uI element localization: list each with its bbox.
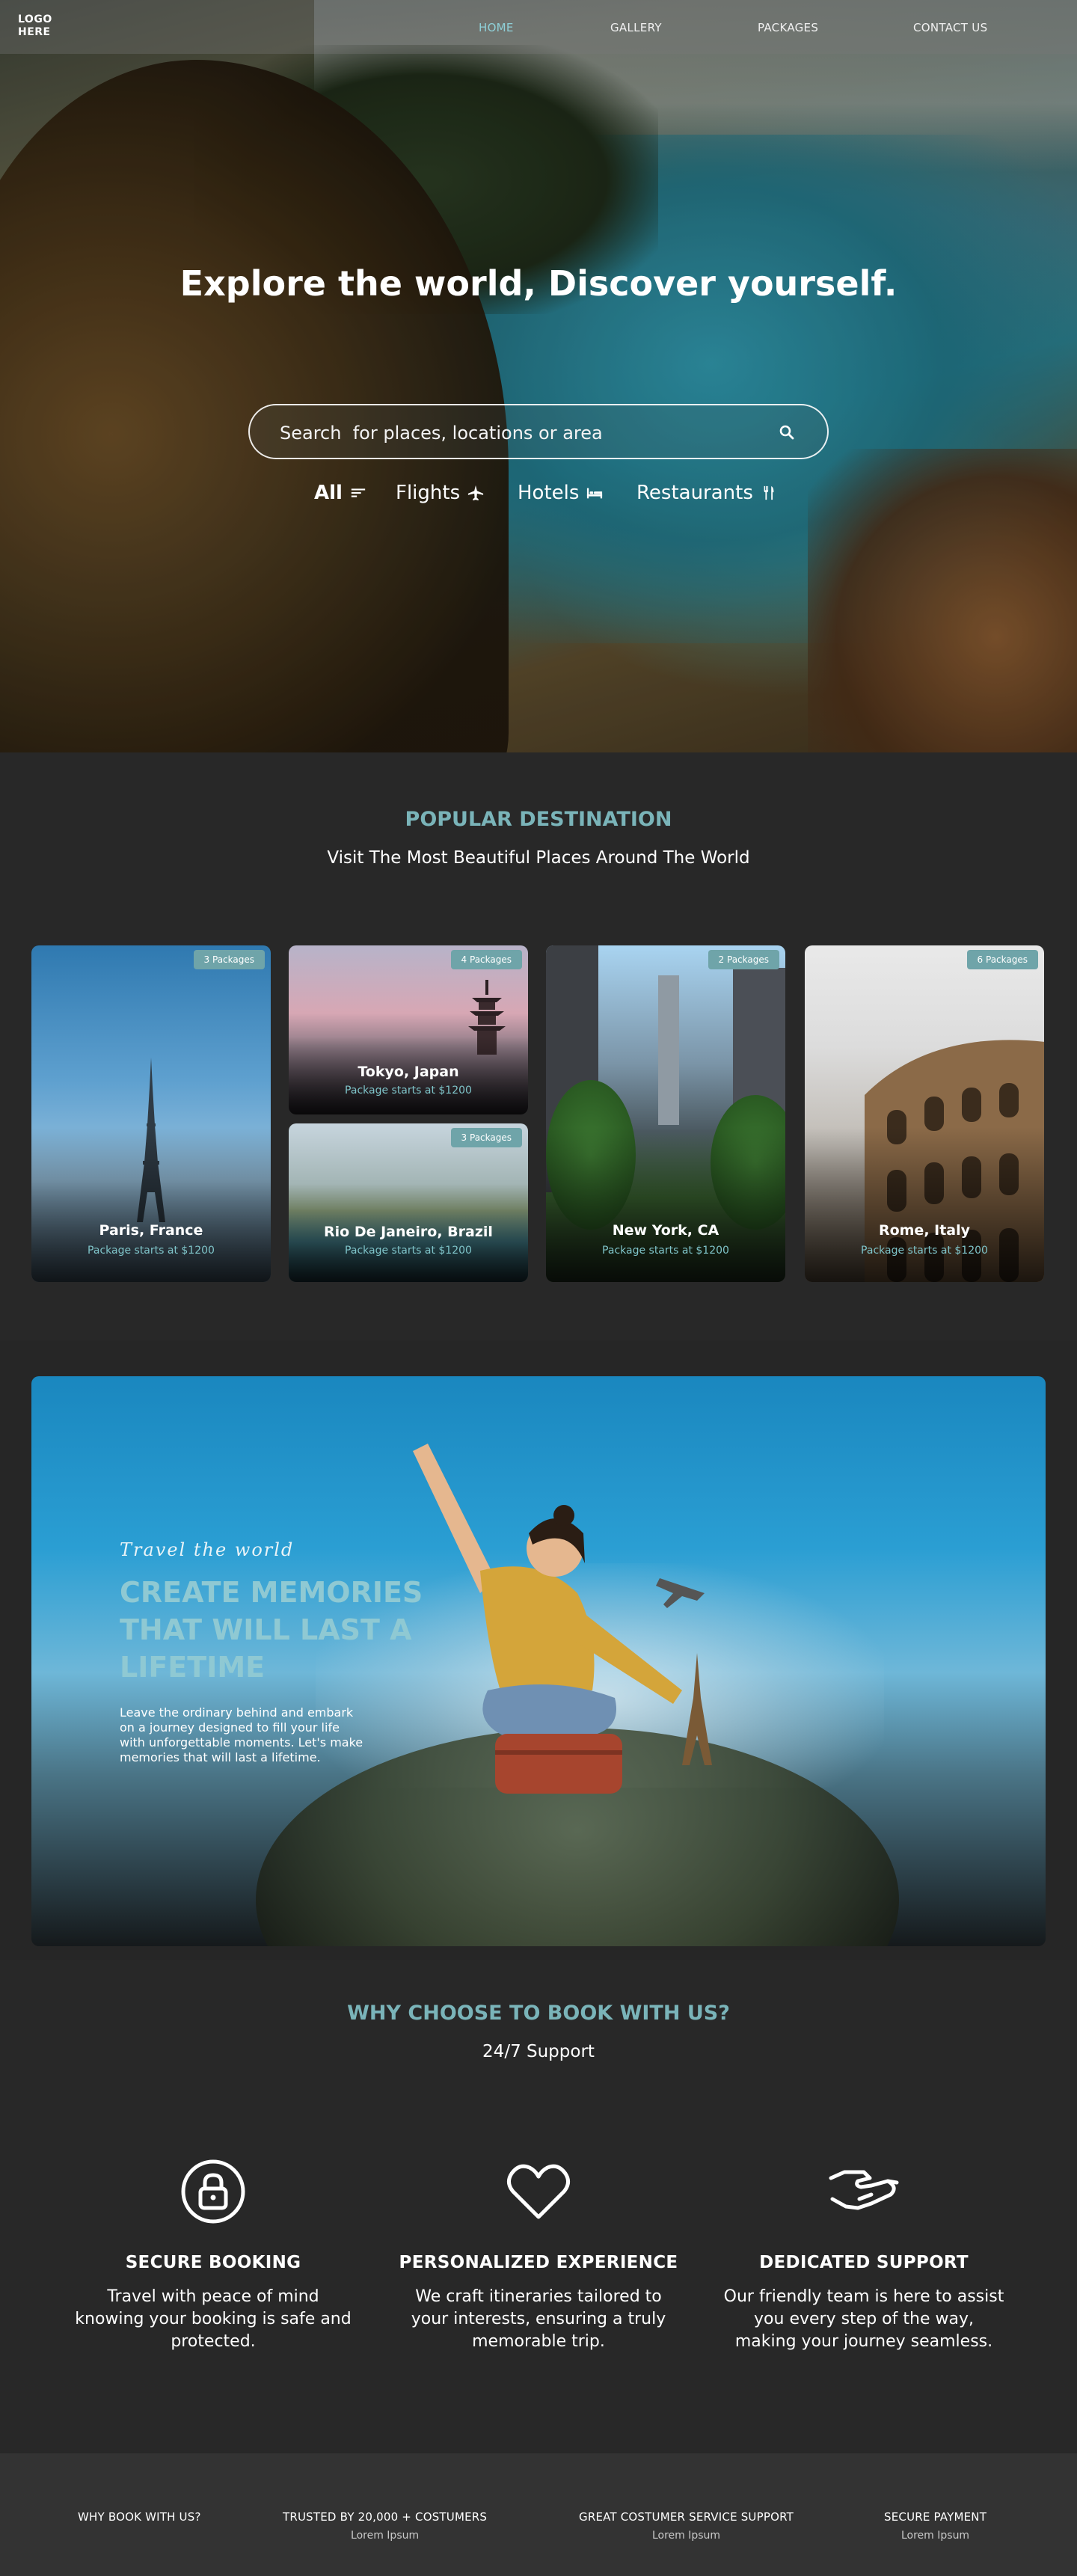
tab-label: Restaurants [636, 482, 753, 504]
footer: WHY BOOK WITH US? TRUSTED BY 20,000 + CO… [0, 2453, 1077, 2576]
section-subtitle: 24/7 Support [482, 2042, 595, 2061]
footer-item-subtitle: Lorem Ipsum [651, 2530, 721, 2542]
card-gradient [546, 1127, 785, 1282]
card-title: Rome, Italy [878, 1222, 971, 1239]
card-price: Package starts at $1200 [345, 1085, 472, 1097]
section-eyebrow: WHY CHOOSE TO BOOK WITH US? [347, 2002, 730, 2025]
footer-item-title: WHY BOOK WITH US? [78, 2510, 201, 2524]
nav-contact-us[interactable]: CONTACT US [913, 21, 987, 34]
card-gradient [805, 1127, 1044, 1282]
hero-section: LOGO HERE HOME GALLERY PACKAGES CONTACT … [0, 0, 1077, 752]
card-title: Rio De Janeiro, Brazil [324, 1224, 493, 1240]
footer-item-title: TRUSTED BY 20,000 + COSTUMERS [283, 2510, 488, 2524]
footer-item-why-book: WHY BOOK WITH US? [78, 2510, 201, 2530]
memories-banner-section: Travel the world CREATE MEMORIES THAT WI… [0, 1340, 1077, 1960]
navbar: LOGO HERE HOME GALLERY PACKAGES CONTACT … [0, 0, 1077, 54]
section-subtitle: Visit The Most Beautiful Places Around T… [327, 848, 750, 868]
footer-item-subtitle: Lorem Ipsum [900, 2530, 970, 2542]
feature-text: Our friendly team is here to assist you … [723, 2287, 1004, 2351]
banner-script-text: Travel the world [120, 1539, 295, 1560]
tab-flights[interactable]: Flights [396, 482, 484, 504]
card-gradient [31, 1127, 271, 1282]
section-eyebrow: POPULAR DESTINATION [405, 808, 672, 831]
card-title: Tokyo, Japan [358, 1064, 459, 1080]
feature-text: We craft itineraries tailored to your in… [411, 2287, 666, 2351]
card-price: Package starts at $1200 [861, 1245, 988, 1257]
tab-all[interactable]: All [314, 482, 366, 504]
search-bar[interactable] [248, 404, 829, 459]
package-badge: 3 Packages [193, 950, 265, 969]
why-choose-section: WHY CHOOSE TO BOOK WITH US? 24/7 Support… [0, 1960, 1077, 2453]
tab-restaurants[interactable]: Restaurants [636, 482, 777, 504]
hero-overlay [0, 0, 1077, 752]
card-price: Package starts at $1200 [602, 1245, 729, 1257]
bed-icon [587, 488, 603, 499]
footer-item-secure-payment: SECURE PAYMENT Lorem Ipsum [884, 2510, 987, 2542]
footer-item-title: SECURE PAYMENT [884, 2510, 987, 2524]
airplane-icon [468, 485, 484, 501]
feature-title: PERSONALIZED EXPERIENCE [399, 2253, 678, 2272]
page: LOGO HERE HOME GALLERY PACKAGES CONTACT … [0, 0, 1077, 2576]
card-title: New York, CA [612, 1222, 719, 1239]
tab-label: Flights [396, 482, 461, 504]
tab-label: Hotels [518, 482, 580, 504]
feature-title: DEDICATED SUPPORT [759, 2253, 969, 2272]
package-badge: 2 Packages [708, 950, 779, 969]
footer-item-customer-service: GREAT COSTUMER SERVICE SUPPORT Lorem Ips… [579, 2510, 794, 2542]
nav-packages[interactable]: PACKAGES [758, 21, 818, 34]
package-badge: 3 Packages [450, 1128, 522, 1147]
memories-banner: Travel the world CREATE MEMORIES THAT WI… [31, 1376, 1046, 1946]
feature-title: SECURE BOOKING [125, 2253, 301, 2272]
card-price: Package starts at $1200 [345, 1245, 472, 1257]
feature-dedicated-support: DEDICATED SUPPORT Our friendly team is h… [722, 2156, 1006, 2353]
handshake-icon [829, 2170, 899, 2210]
hero-title: Explore the world, Discover yourself. [180, 263, 898, 304]
logo[interactable]: LOGO HERE [18, 13, 63, 39]
banner-title: CREATE MEMORIES THAT WILL LAST A LIFETIM… [120, 1576, 423, 1684]
banner-body: Leave the ordinary behind and embark on … [120, 1705, 363, 1764]
destination-card-rome[interactable]: 6 Packages Rome, Italy Package starts at… [805, 945, 1044, 1282]
footer-item-subtitle: Lorem Ipsum [351, 2530, 420, 2542]
lock-icon [181, 2159, 245, 2224]
destination-card-new-york[interactable]: 2 Packages New York, CA Package starts a… [546, 945, 785, 1282]
destination-card-tokyo[interactable]: 4 Packages Tokyo, Japan Package starts a… [289, 945, 528, 1114]
tab-label: All [314, 482, 343, 504]
footer-item-title: GREAT COSTUMER SERVICE SUPPORT [579, 2510, 794, 2524]
heart-icon [507, 2164, 570, 2219]
building-illustration [658, 975, 679, 1125]
feature-personalized-experience: PERSONALIZED EXPERIENCE We craft itinera… [396, 2156, 681, 2353]
search-input[interactable] [280, 422, 743, 444]
filter-icon [351, 488, 366, 497]
tab-hotels[interactable]: Hotels [518, 482, 603, 504]
popular-destinations-section: POPULAR DESTINATION Visit The Most Beaut… [0, 752, 1077, 1340]
search-icon[interactable] [778, 423, 796, 441]
feature-secure-booking: SECURE BOOKING Travel with peace of mind… [71, 2156, 355, 2353]
feature-text: Travel with peace of mind knowing your b… [75, 2287, 352, 2351]
utensils-icon [764, 485, 774, 500]
package-badge: 6 Packages [966, 950, 1038, 969]
card-title: Paris, France [99, 1222, 203, 1239]
nav-home[interactable]: HOME [479, 21, 514, 34]
nav-gallery[interactable]: GALLERY [610, 21, 662, 34]
footer-item-trusted: TRUSTED BY 20,000 + COSTUMERS Lorem Ipsu… [283, 2510, 487, 2542]
package-badge: 4 Packages [450, 950, 522, 969]
destination-card-rio[interactable]: 3 Packages Rio De Janeiro, Brazil Packag… [289, 1123, 528, 1282]
destination-card-paris[interactable]: 3 Packages Paris, France Package starts … [31, 945, 271, 1282]
card-price: Package starts at $1200 [88, 1245, 215, 1257]
